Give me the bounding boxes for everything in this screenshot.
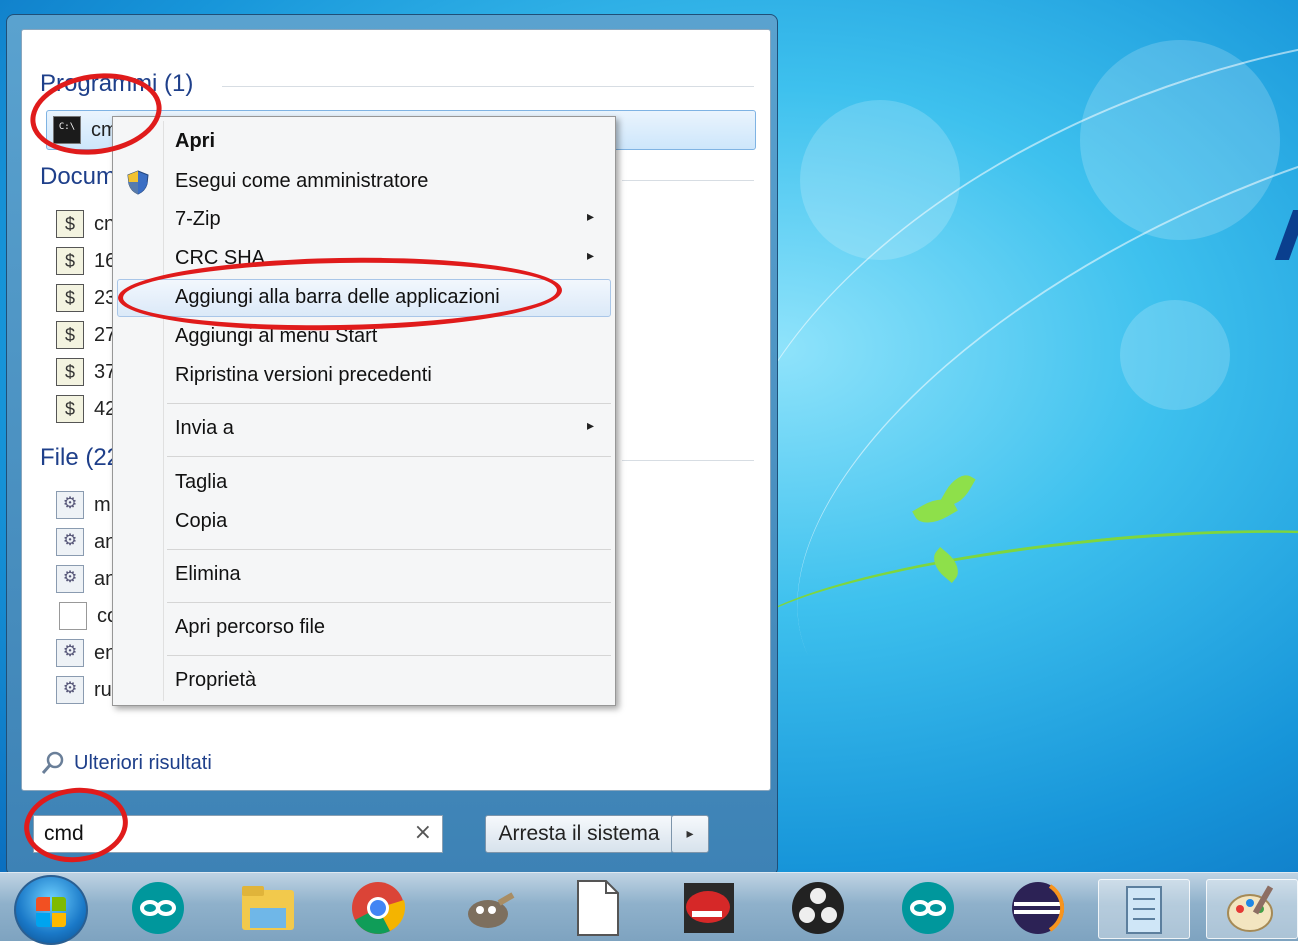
file-label: m — [94, 493, 111, 516]
search-icon — [41, 751, 64, 774]
taskbar-arduino[interactable] — [118, 879, 198, 937]
submenu-arrow-icon: ▸ — [587, 209, 595, 225]
menu-separator — [167, 602, 611, 603]
taskbar-paint[interactable] — [1206, 879, 1298, 939]
menu-separator — [167, 549, 611, 550]
config-file-icon: ⚙ — [56, 565, 84, 593]
menu-separator — [167, 456, 611, 457]
obs-icon — [792, 882, 844, 934]
menu-separator — [167, 403, 611, 404]
file-explorer-icon — [242, 886, 294, 930]
config-file-icon: ⚙ — [56, 491, 84, 519]
menu-item-copy[interactable]: Copia — [175, 505, 227, 537]
gimp-icon — [468, 892, 515, 928]
game-icon — [684, 883, 734, 933]
taskbar-gimp[interactable] — [448, 879, 528, 937]
notepad-icon — [1126, 886, 1162, 934]
paint-icon — [1227, 885, 1274, 932]
divider — [222, 86, 754, 87]
divider — [622, 180, 754, 181]
windows-logo-blue — [36, 913, 50, 927]
menu-item-run-as-admin[interactable]: Esegui come amministratore — [175, 165, 428, 197]
taskbar-arduino-2[interactable] — [888, 879, 968, 937]
shutdown-button[interactable]: Arresta il sistema — [485, 815, 673, 853]
menu-item-7zip[interactable]: 7-Zip — [175, 203, 221, 235]
uac-shield-icon — [127, 170, 149, 195]
shutdown-options-arrow[interactable]: ▸ — [671, 815, 709, 853]
taskbar-document[interactable] — [558, 879, 638, 937]
taskbar-chrome[interactable] — [338, 879, 418, 937]
group-title-documents[interactable]: Docum — [40, 163, 116, 191]
chrome-icon — [352, 882, 406, 934]
taskbar-eclipse[interactable] — [998, 879, 1078, 937]
clear-search-icon[interactable]: × — [414, 820, 432, 845]
batch-file-icon: $ — [56, 284, 84, 312]
taskbar-game[interactable] — [668, 879, 748, 937]
divider — [622, 460, 754, 461]
arduino-icon — [902, 882, 954, 934]
menu-gutter-divider — [163, 121, 164, 701]
config-file-icon: ⚙ — [56, 639, 84, 667]
menu-item-send-to[interactable]: Invia a — [175, 412, 234, 444]
menu-item-delete[interactable]: Elimina — [175, 558, 241, 590]
config-file-icon: ⚙ — [56, 528, 84, 556]
windows-logo-green — [52, 897, 66, 911]
arduino-icon — [132, 882, 184, 934]
menu-item-open[interactable]: Apri — [175, 125, 215, 157]
taskbar-notepad[interactable] — [1098, 879, 1190, 939]
more-results-label: Ulteriori risultati — [74, 751, 212, 774]
taskbar-explorer[interactable] — [228, 879, 308, 937]
windows-start-icon[interactable] — [14, 875, 88, 945]
batch-file-icon: $ — [56, 395, 84, 423]
windows-logo-red — [36, 897, 50, 911]
menu-separator — [167, 655, 611, 656]
menu-item-cut[interactable]: Taglia — [175, 466, 227, 498]
eclipse-icon — [1012, 882, 1065, 934]
batch-file-icon: $ — [56, 358, 84, 386]
blank-document-icon — [577, 880, 619, 936]
taskbar-obs[interactable] — [778, 879, 858, 937]
menu-item-open-file-location[interactable]: Apri percorso file — [175, 611, 325, 643]
file-label: ru — [94, 678, 112, 701]
group-title-files[interactable]: File (22 — [40, 444, 120, 472]
context-menu: Apri Esegui come amministratore 7-Zip ▸ … — [112, 116, 616, 706]
menu-item-restore-versions[interactable]: Ripristina versioni precedenti — [175, 359, 432, 391]
config-file-icon: ⚙ — [56, 676, 84, 704]
windows-logo-yellow — [52, 913, 66, 927]
submenu-arrow-icon: ▸ — [587, 418, 595, 434]
blank-file-icon — [59, 602, 87, 630]
batch-file-icon: $ — [56, 247, 84, 275]
submenu-arrow-icon: ▸ — [587, 248, 595, 264]
batch-file-icon: $ — [56, 210, 84, 238]
more-results-link[interactable]: Ulteriori risultati — [40, 750, 212, 776]
batch-file-icon: $ — [56, 321, 84, 349]
menu-item-properties[interactable]: Proprietà — [175, 664, 256, 696]
taskbar — [0, 872, 1298, 945]
